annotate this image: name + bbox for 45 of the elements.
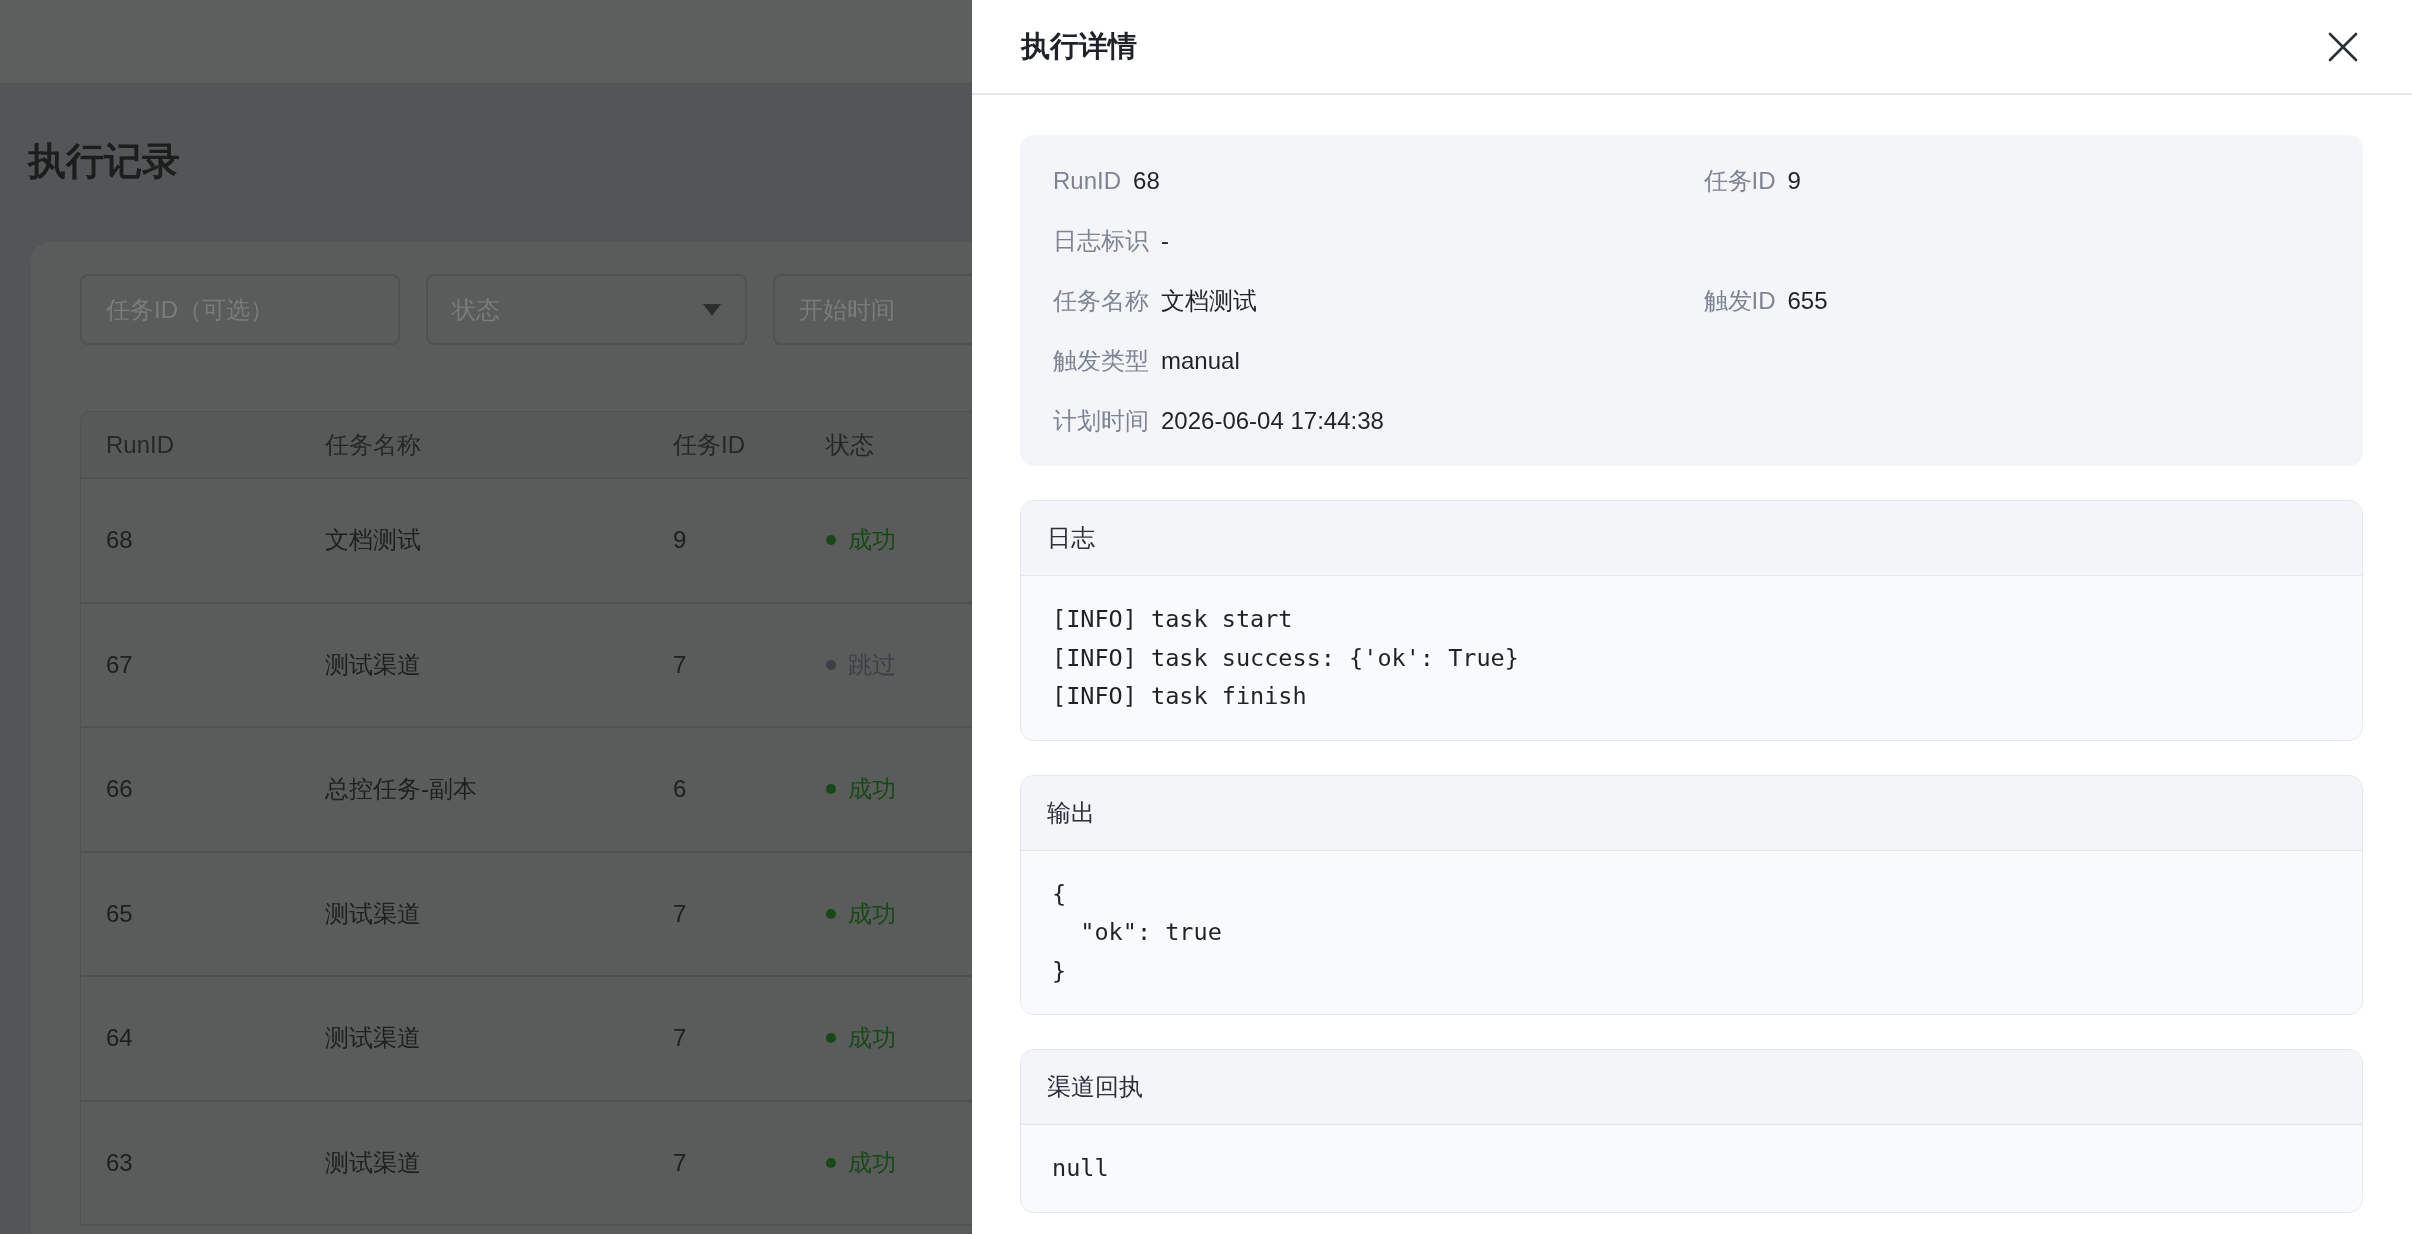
field-value: 9 [1787, 166, 1801, 196]
status-text: 成功 [848, 898, 896, 929]
table-cell: 9 [673, 526, 687, 555]
table-cell: 6 [673, 775, 687, 804]
field-label: 触发类型 [1053, 346, 1149, 376]
field-value: 655 [1787, 286, 1828, 316]
table-cell-text: 文档测试 [325, 525, 421, 556]
table-cell: 65 [106, 899, 133, 928]
table-cell: 63 [106, 1148, 133, 1177]
section-header: 日志 [1021, 501, 2362, 576]
page-title: 执行记录 [28, 139, 181, 184]
status-text: 成功 [848, 525, 896, 556]
field-value: 2026-06-04 17:44:38 [1161, 406, 1384, 436]
table-cell: 67 [106, 650, 133, 679]
table-cell-text: 测试渠道 [325, 1147, 421, 1178]
field-label: 任务名称 [1053, 286, 1149, 316]
field-label: 触发ID [1703, 286, 1776, 316]
status-text: 成功 [848, 774, 896, 805]
table-cell: 68 [106, 526, 133, 555]
close-button[interactable] [2328, 31, 2358, 62]
table-cell: 7 [673, 899, 687, 928]
field-value: 68 [1133, 166, 1160, 196]
field-label: RunID [1053, 166, 1122, 196]
field-label: 日志标识 [1053, 226, 1149, 256]
table-cell-text: 测试渠道 [325, 898, 421, 929]
caret-icon [703, 303, 721, 316]
table-cell: 66 [106, 775, 133, 804]
field-value: 文档测试 [1161, 286, 1257, 316]
status-text: 成功 [848, 1023, 896, 1054]
field-value: manual [1161, 346, 1240, 376]
table-cell: 7 [673, 650, 687, 679]
table-cell: 64 [106, 1024, 133, 1053]
close-icon [2328, 31, 2358, 62]
table-cell-text: 测试渠道 [325, 1023, 421, 1054]
drawer-title: 执行详情 [1021, 28, 1137, 64]
table-cell-text: 测试渠道 [325, 649, 421, 680]
table-cell: 7 [673, 1148, 687, 1177]
table-cell: 7 [673, 1024, 687, 1053]
field-label: 任务ID [1703, 166, 1776, 196]
status-text: 成功 [848, 1147, 896, 1178]
section-header: 渠道回执 [1021, 1050, 2362, 1125]
section-header: 输出 [1021, 775, 2362, 851]
table-cell-text: 总控任务-副本 [325, 774, 477, 805]
field-value: - [1161, 226, 1169, 256]
field-label: 计划时间 [1053, 406, 1149, 436]
